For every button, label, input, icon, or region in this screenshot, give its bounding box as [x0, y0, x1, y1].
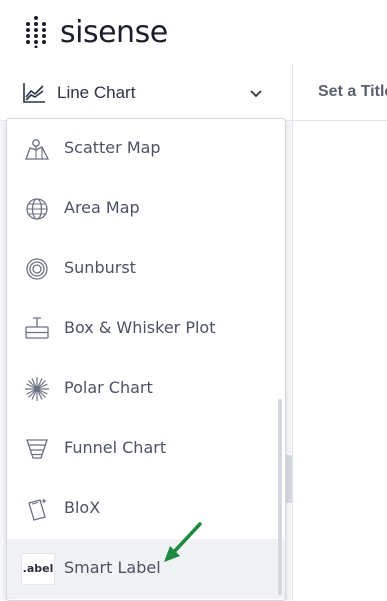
polar-chart-icon — [25, 377, 49, 401]
scatter-map-icon — [25, 139, 50, 160]
chart-type-label: Scatter Map — [64, 138, 161, 157]
globe-icon — [26, 198, 48, 220]
app-header: sisense — [0, 0, 387, 65]
brand-name: sisense — [60, 15, 168, 50]
chart-type-item-blox[interactable]: BloX — [7, 479, 285, 539]
annotation-arrow-icon — [164, 522, 202, 562]
chart-type-label: Sunburst — [64, 258, 136, 277]
sunburst-icon — [26, 258, 48, 280]
chart-type-label: Smart Label — [64, 558, 161, 577]
chart-type-item-box-whisker[interactable]: Box & Whisker Plot — [7, 299, 285, 359]
chart-type-label: Area Map — [64, 198, 140, 217]
chart-type-item-area-map[interactable]: Area Map — [7, 179, 285, 239]
chart-type-item-smart-label[interactable]: .abel Smart Label — [7, 539, 285, 599]
chart-type-item-sunburst[interactable]: Sunburst — [7, 239, 285, 299]
chart-type-label: Funnel Chart — [64, 438, 167, 457]
chart-type-label: Polar Chart — [64, 378, 153, 397]
chart-type-label: Line Chart — [57, 83, 136, 102]
chart-type-label: Box & Whisker Plot — [64, 318, 216, 337]
line-chart-icon — [23, 83, 45, 103]
chart-type-dropdown: Scatter Map Area Map Sunburst Box & Whis… — [6, 118, 286, 601]
dropdown-scrollbar[interactable] — [278, 399, 282, 595]
chart-type-item-polar-chart[interactable]: Polar Chart — [7, 359, 285, 419]
chart-type-item-scatter-map[interactable]: Scatter Map — [7, 119, 285, 179]
widget-canvas — [293, 121, 387, 600]
funnel-icon — [26, 439, 48, 459]
chart-type-item-funnel-chart[interactable]: Funnel Chart — [7, 419, 285, 479]
label-icon: .abel — [21, 553, 55, 585]
sisense-logo-icon — [26, 16, 46, 48]
chart-type-label: BloX — [64, 498, 101, 517]
box-whisker-icon — [25, 317, 49, 339]
chevron-down-icon[interactable] — [248, 86, 264, 102]
widget-title-bar: Set a Title — [293, 64, 387, 121]
widget-title-input[interactable]: Set a Title — [318, 83, 387, 101]
blox-icon — [28, 498, 47, 521]
chart-type-selector[interactable]: Line Chart — [0, 64, 292, 121]
